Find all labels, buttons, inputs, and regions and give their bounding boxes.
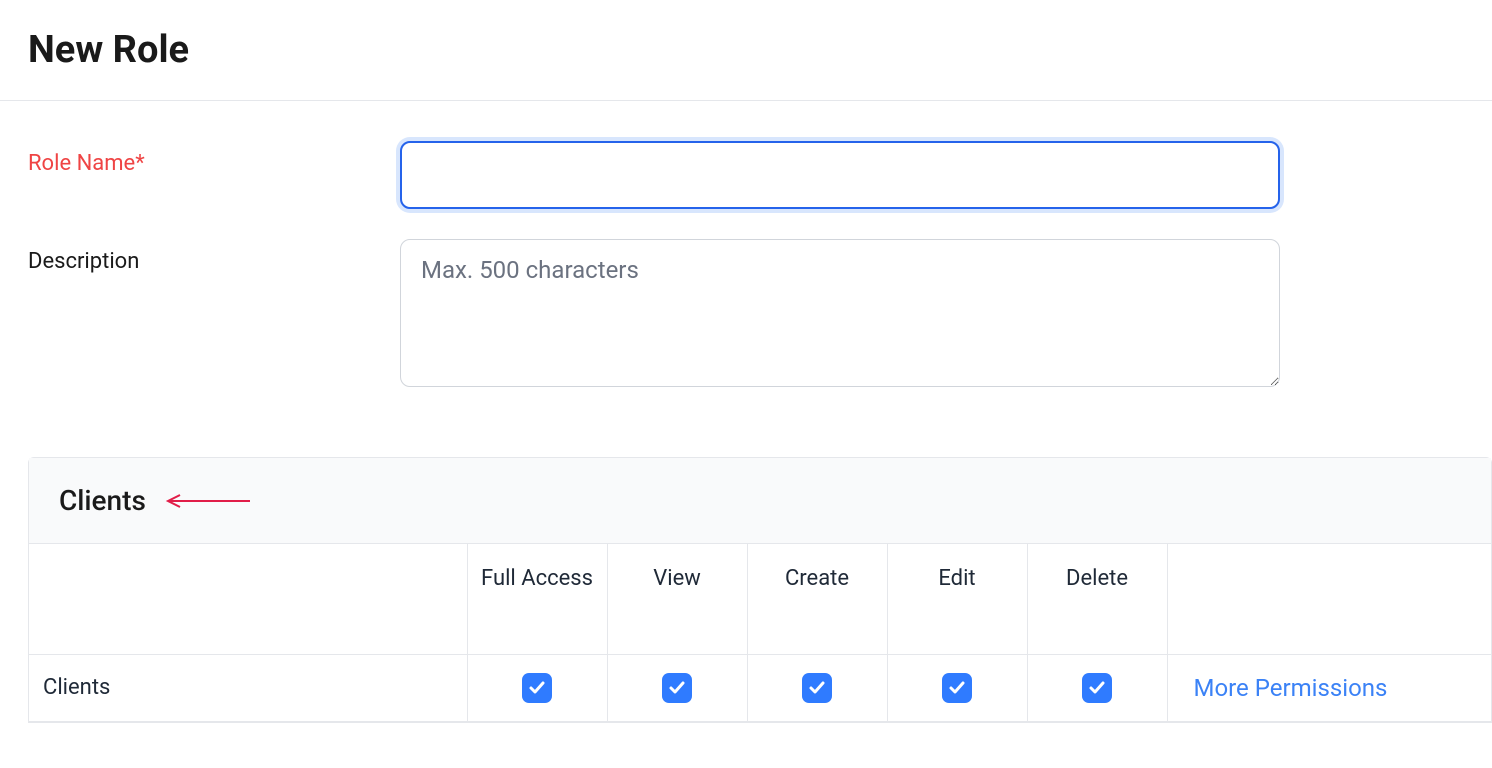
header-empty xyxy=(29,544,467,654)
page-title: New Role xyxy=(0,0,1492,100)
annotation-arrow-icon xyxy=(164,494,250,508)
permissions-section: Clients Full Access View Create Edit Del… xyxy=(28,457,1492,723)
header-create: Create xyxy=(747,544,887,654)
header-more xyxy=(1167,544,1491,654)
checkbox-full-access[interactable] xyxy=(522,673,552,703)
section-title: Clients xyxy=(59,484,146,517)
permissions-table: Full Access View Create Edit Delete Clie… xyxy=(29,544,1491,722)
more-permissions-link[interactable]: More Permissions xyxy=(1186,674,1388,702)
description-label: Description xyxy=(28,239,400,274)
table-row: Clients xyxy=(29,654,1491,721)
header-edit: Edit xyxy=(887,544,1027,654)
header-delete: Delete xyxy=(1027,544,1167,654)
checkbox-view[interactable] xyxy=(662,673,692,703)
row-name: Clients xyxy=(29,654,467,721)
role-name-label: Role Name* xyxy=(28,141,400,176)
permissions-header-row: Full Access View Create Edit Delete xyxy=(29,544,1491,654)
section-header: Clients xyxy=(29,458,1491,544)
description-row: Description xyxy=(28,239,1492,387)
checkbox-edit[interactable] xyxy=(942,673,972,703)
role-name-input[interactable] xyxy=(400,141,1280,209)
checkbox-delete[interactable] xyxy=(1082,673,1112,703)
form-area: Role Name* Description xyxy=(0,101,1492,457)
role-name-row: Role Name* xyxy=(28,141,1492,209)
header-full-access: Full Access xyxy=(467,544,607,654)
header-view: View xyxy=(607,544,747,654)
checkbox-create[interactable] xyxy=(802,673,832,703)
description-textarea[interactable] xyxy=(400,239,1280,387)
